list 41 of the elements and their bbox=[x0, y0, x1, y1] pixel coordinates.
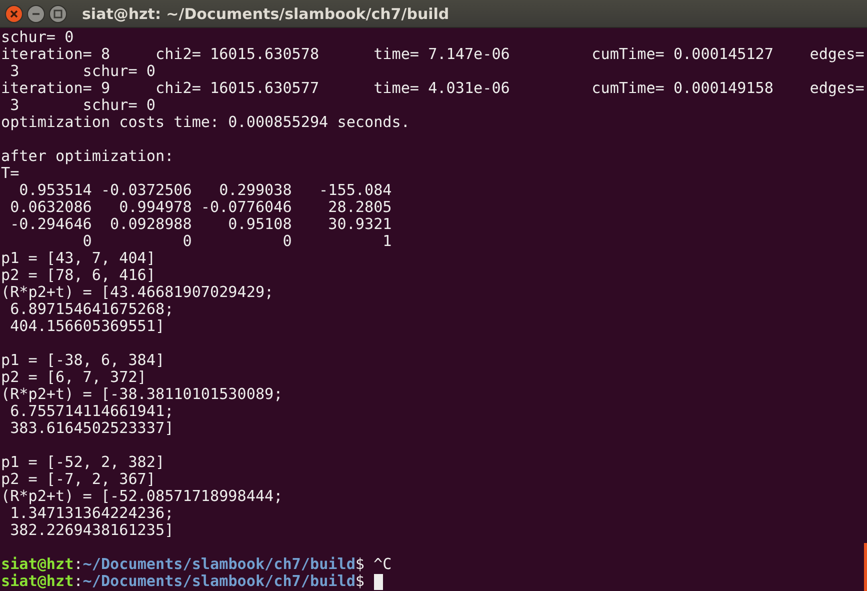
output-line: 0.953514 -0.0372506 0.299038 -155.084 bbox=[18, 182, 393, 199]
output-line: p2 = [6, 7, 372] bbox=[1, 369, 148, 386]
output-line: (R*p2+t) = [43.46681907029429; bbox=[1, 284, 275, 301]
prompt-symbol: $ bbox=[355, 556, 365, 573]
prompt-user-host: siat@hzt bbox=[1, 573, 74, 590]
output-line: 0 0 0 1 bbox=[82, 233, 393, 250]
output-line: 6.897154641675268; bbox=[10, 301, 175, 318]
maximize-icon[interactable] bbox=[49, 4, 67, 22]
output-line: iteration= 8 chi2= 16015.630578 time= 7.147e-06 cumTime= 0.000145127 edges= bbox=[1, 46, 866, 63]
output-line: (R*p2+t) = [-38.38110101530089; bbox=[1, 386, 284, 403]
close-icon[interactable] bbox=[5, 4, 23, 22]
output-line: p1 = [43, 7, 404] bbox=[1, 250, 156, 267]
output-line: 382.2269438161235] bbox=[9, 522, 175, 539]
output-line: 383.6164502523337] bbox=[9, 420, 175, 437]
output-line: p2 = [78, 6, 416] bbox=[1, 267, 156, 284]
output-line: p2 = [-7, 2, 367] bbox=[1, 471, 156, 488]
output-line: optimization costs time: 0.000855294 seconds. bbox=[1, 114, 411, 131]
prompt-symbol: $ bbox=[355, 573, 365, 590]
scrollbar[interactable] bbox=[864, 543, 867, 591]
output-line: 1.347131364224236; bbox=[10, 505, 175, 522]
window-title: siat@hzt: ~/Documents/slambook/ch7/build bbox=[82, 4, 450, 22]
output-line: 0.0632086 0.994978 -0.0776046 28.2805 bbox=[9, 199, 393, 216]
output-line: p1 = [-52, 2, 382] bbox=[1, 454, 166, 471]
minimize-icon[interactable] bbox=[27, 4, 45, 22]
output-line: iteration= 9 chi2= 16015.630577 time= 4.031e-06 cumTime= 0.000149158 edges= bbox=[1, 80, 866, 97]
output-line: 6.755714114661941; bbox=[10, 403, 175, 420]
output-line: p1 = [-38, 6, 384] bbox=[1, 352, 166, 369]
command-text: ^C bbox=[374, 556, 392, 573]
output-line: 404.156605369551] bbox=[9, 318, 166, 335]
output-line: after optimization: bbox=[1, 148, 175, 165]
output-line: 3 schur= 0 bbox=[9, 63, 156, 80]
prompt-separator: : bbox=[74, 556, 83, 573]
prompt-separator: : bbox=[74, 573, 83, 590]
output-line: (R*p2+t) = [-52.08571718998444; bbox=[1, 488, 284, 505]
output-line: 3 schur= 0 bbox=[9, 97, 156, 114]
prompt-path: ~/Documents/slambook/ch7/build bbox=[82, 573, 356, 590]
prompt-user-host: siat@hzt bbox=[1, 556, 74, 573]
prompt-path: ~/Documents/slambook/ch7/build bbox=[82, 556, 356, 573]
output-line: schur= 0 bbox=[1, 29, 75, 46]
output-line: T= bbox=[1, 165, 20, 182]
output-line: -0.294646 0.0928988 0.95108 30.9321 bbox=[9, 216, 393, 233]
